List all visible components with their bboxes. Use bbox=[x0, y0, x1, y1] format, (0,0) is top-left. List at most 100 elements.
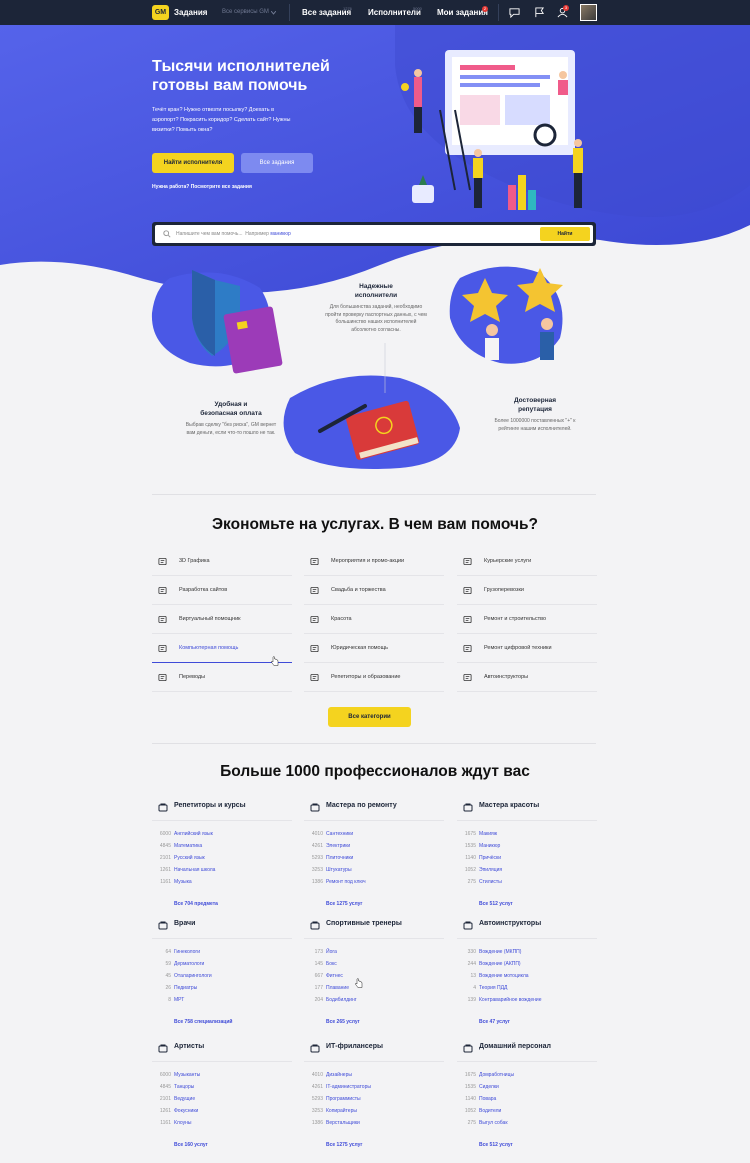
category-item[interactable]: Юридическая помощь bbox=[304, 634, 444, 663]
search-input[interactable]: Напишите чем вам помочь... Например мани… bbox=[155, 225, 593, 243]
pro-link[interactable]: Копирайтеры bbox=[326, 1105, 357, 1117]
pro-link[interactable]: Вождение мотоцикла bbox=[479, 970, 529, 982]
search-button[interactable]: Найти bbox=[540, 227, 590, 241]
pro-link[interactable]: Бокс bbox=[326, 958, 337, 970]
pro-link[interactable]: Плиточники bbox=[326, 852, 353, 864]
pro-all-link[interactable]: Все 1275 услуг bbox=[326, 901, 362, 907]
pro-link[interactable]: Повара bbox=[479, 1093, 496, 1105]
pro-all-link[interactable]: Все 1275 услуг bbox=[326, 1142, 362, 1148]
pro-all-link[interactable]: Все 704 предмета bbox=[174, 901, 218, 907]
category-item[interactable]: Репетиторы и образование bbox=[304, 663, 444, 692]
nav-all-tasks[interactable]: Все задания bbox=[302, 0, 351, 25]
pro-all-link[interactable]: Все 265 услуг bbox=[326, 1019, 360, 1025]
category-item[interactable]: Мероприятия и промо-акции bbox=[304, 547, 444, 576]
pro-link[interactable]: Маникюр bbox=[479, 840, 500, 852]
pro-link[interactable]: Музыканты bbox=[174, 1069, 200, 1081]
category-item[interactable]: Ремонт цифровой техники bbox=[457, 634, 597, 663]
pro-link[interactable]: Ремонт под ключ bbox=[326, 876, 366, 888]
pro-category-header[interactable]: ИТ-фрилансеры bbox=[304, 1040, 444, 1062]
all-categories-button[interactable]: Все категории bbox=[328, 707, 411, 727]
pro-category-header[interactable]: Спортивные тренеры bbox=[304, 917, 444, 939]
pro-category-header[interactable]: Репетиторы и курсы bbox=[152, 799, 292, 821]
pro-count: 1140 bbox=[465, 855, 476, 861]
pro-link[interactable]: Оталарингологи bbox=[174, 970, 212, 982]
pro-link[interactable]: Водители bbox=[479, 1105, 501, 1117]
pro-link[interactable]: Начальная школа bbox=[174, 864, 215, 876]
pro-link[interactable]: Музыка bbox=[174, 876, 192, 888]
pro-link[interactable]: Клоуны bbox=[174, 1117, 191, 1129]
pro-link[interactable]: Плавание bbox=[326, 982, 349, 994]
pro-row: 4845 Танцоры bbox=[152, 1081, 292, 1093]
pro-link[interactable]: Стилисты bbox=[479, 876, 502, 888]
pro-link[interactable]: Теория ПДД bbox=[479, 982, 507, 994]
pro-count: 1161 bbox=[160, 1120, 171, 1126]
pro-link[interactable]: Макияж bbox=[479, 828, 497, 840]
pro-link[interactable]: Дерматологи bbox=[174, 958, 204, 970]
category-item[interactable]: 3D Графика bbox=[152, 547, 292, 576]
find-performer-button[interactable]: Найти исполнителя bbox=[152, 153, 234, 173]
nav-tasks-title[interactable]: Задания bbox=[174, 0, 207, 25]
pro-category-title: Мастера по ремонту bbox=[326, 802, 397, 809]
pro-link[interactable]: Дизайнеры bbox=[326, 1069, 352, 1081]
pro-link[interactable]: Математика bbox=[174, 840, 202, 852]
pro-all-link[interactable]: Все 512 услуг bbox=[479, 901, 513, 907]
pro-link[interactable]: Танцоры bbox=[174, 1081, 194, 1093]
pro-link[interactable]: Фитнес bbox=[326, 970, 343, 982]
category-item[interactable]: Разработка сайтов bbox=[152, 576, 292, 605]
category-item[interactable]: Красота bbox=[304, 605, 444, 634]
gm-logo[interactable]: GM bbox=[152, 5, 169, 20]
category-item[interactable]: Виртуальный помощник bbox=[152, 605, 292, 634]
pro-link[interactable]: IT-администраторы bbox=[326, 1081, 371, 1093]
pro-link[interactable]: Педиатры bbox=[174, 982, 197, 994]
pro-link[interactable]: Электрики bbox=[326, 840, 350, 852]
pro-link[interactable]: Эпиляция bbox=[479, 864, 502, 876]
pro-link[interactable]: Домработницы bbox=[479, 1069, 514, 1081]
pro-link[interactable]: Вождение (МКПП) bbox=[479, 946, 521, 958]
pro-link[interactable]: Английский язык bbox=[174, 828, 213, 840]
pro-link[interactable]: Ведущие bbox=[174, 1093, 195, 1105]
category-item[interactable]: Свадьба и торжества bbox=[304, 576, 444, 605]
category-item[interactable]: Ремонт и строительство bbox=[457, 605, 597, 634]
pro-category-header[interactable]: Мастера красоты bbox=[457, 799, 597, 821]
category-item[interactable]: Грузоперевозки bbox=[457, 576, 597, 605]
pro-category-header[interactable]: Автоинструкторы bbox=[457, 917, 597, 939]
pro-link[interactable]: Контраварийное вождение bbox=[479, 994, 541, 1006]
feature-rating: Достоверная репутация Более 1000000 пост… bbox=[492, 396, 578, 433]
pro-link[interactable]: Гинекологи bbox=[174, 946, 200, 958]
pro-link[interactable]: Причёски bbox=[479, 852, 501, 864]
pro-link[interactable]: Выгул собак bbox=[479, 1117, 508, 1129]
pro-category-title: Врачи bbox=[174, 920, 196, 927]
category-item[interactable]: Переводы bbox=[152, 663, 292, 692]
chat-icon[interactable] bbox=[509, 7, 520, 18]
avatar[interactable] bbox=[580, 4, 597, 21]
pro-link[interactable]: Сиделки bbox=[479, 1081, 499, 1093]
pro-category-header[interactable]: Артисты bbox=[152, 1040, 292, 1062]
pro-link[interactable]: Фокусники bbox=[174, 1105, 198, 1117]
all-tasks-button[interactable]: Все задания bbox=[241, 153, 313, 173]
pro-link[interactable]: Программисты bbox=[326, 1093, 361, 1105]
pro-all-link[interactable]: Все 512 услуг bbox=[479, 1142, 513, 1148]
pro-category-header[interactable]: Врачи bbox=[152, 917, 292, 939]
pro-link[interactable]: Вождение (АКПП) bbox=[479, 958, 521, 970]
pro-link[interactable]: Сантехники bbox=[326, 828, 353, 840]
pro-category-title: Автоинструкторы bbox=[479, 920, 542, 927]
category-item[interactable]: Автоинструкторы bbox=[457, 663, 597, 692]
pro-all-link[interactable]: Все 758 специализаций bbox=[174, 1019, 232, 1025]
pro-category-header[interactable]: Мастера по ремонту bbox=[304, 799, 444, 821]
nav-performers[interactable]: Исполнители bbox=[368, 0, 421, 25]
pro-category-header[interactable]: Домашний персонал bbox=[457, 1040, 597, 1062]
work-link[interactable]: Нужна работа? Посмотрите все задания bbox=[152, 184, 252, 190]
pro-link[interactable]: Верстальщики bbox=[326, 1117, 360, 1129]
services-dropdown[interactable]: Все сервисы GM bbox=[222, 0, 269, 25]
pro-link[interactable]: Йога bbox=[326, 946, 337, 958]
pro-link[interactable]: Русский язык bbox=[174, 852, 205, 864]
pro-link[interactable]: МРТ bbox=[174, 994, 184, 1006]
pro-all-link[interactable]: Все 160 услуг bbox=[174, 1142, 208, 1148]
pro-link[interactable]: Штукатуры bbox=[326, 864, 352, 876]
nav-my-tasks[interactable]: Мои задания bbox=[437, 0, 488, 25]
pro-all-link[interactable]: Все 47 услуг bbox=[479, 1019, 510, 1025]
flag-icon[interactable] bbox=[534, 7, 545, 18]
pro-link[interactable]: Бодибилдинг bbox=[326, 994, 357, 1006]
category-item[interactable]: Курьерские услуги bbox=[457, 547, 597, 576]
mic-icon bbox=[310, 557, 319, 566]
